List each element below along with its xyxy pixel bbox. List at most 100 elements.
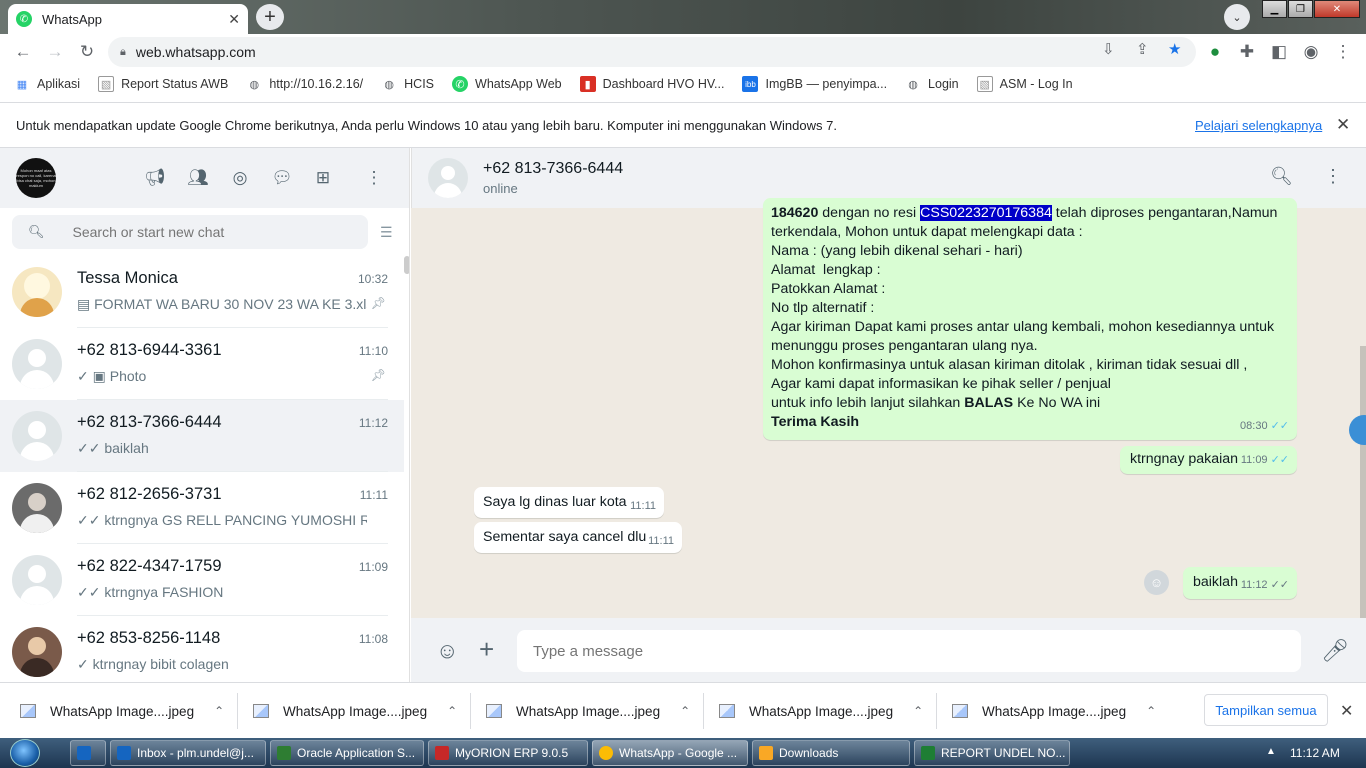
- chrome-menu-icon[interactable]: ⋮: [1328, 37, 1358, 67]
- side-panel-icon[interactable]: ◧: [1264, 37, 1294, 67]
- react-emoji-icon[interactable]: ☺: [1144, 570, 1169, 595]
- communities-megaphone-icon[interactable]: 📢︎: [143, 166, 167, 190]
- bookmark-label: Login: [928, 77, 959, 91]
- extensions-puzzle-icon[interactable]: ✚: [1232, 37, 1262, 67]
- bookmark-star-icon[interactable]: ★: [1168, 40, 1181, 58]
- chat-item[interactable]: +62 853-8256-1148 11:08 ✓ ktrngnay bibit…: [0, 616, 404, 682]
- outlook-pinned-icon[interactable]: [70, 740, 106, 766]
- tray-expand-icon[interactable]: ▲: [1266, 746, 1276, 757]
- bookmark-item[interactable]: ibb ImgBB — penyimpa...: [742, 76, 887, 92]
- bookmark-item[interactable]: ▦ Aplikasi: [14, 76, 80, 92]
- last-message-text: ktrngnya GS RELL PANCING YUMOSHI REEL...: [104, 512, 367, 528]
- bookmark-item[interactable]: ▧ Report Status AWB: [98, 76, 228, 92]
- download-item[interactable]: WhatsApp Image....jpeg ⌃: [952, 683, 1156, 739]
- bookmark-item[interactable]: ◍ Login: [905, 76, 959, 92]
- attach-plus-icon[interactable]: +: [479, 634, 494, 665]
- address-bar[interactable]: 🔒︎ web.whatsapp.com ⇩ ⇪ ★: [108, 37, 1196, 67]
- close-infobar-icon[interactable]: ✕: [1336, 115, 1350, 135]
- learn-more-link[interactable]: Pelajari selengkapnya: [1195, 118, 1322, 133]
- maximize-window-button[interactable]: ❐: [1288, 0, 1313, 18]
- taskbar-item[interactable]: Inbox - plm.undel@j...: [110, 740, 266, 766]
- microphone-icon[interactable]: 🎤︎: [1321, 638, 1349, 664]
- search-input[interactable]: [72, 224, 333, 240]
- search-box[interactable]: 🔍︎: [12, 215, 368, 249]
- channels-icon[interactable]: 💬︎: [270, 166, 294, 190]
- chat-item-active[interactable]: +62 813-7366-6444 11:12 ✓✓ baiklah: [0, 400, 404, 472]
- back-arrow-icon[interactable]: ←: [8, 37, 38, 67]
- chat-item[interactable]: +62 822-4347-1759 11:09 ✓✓ ktrngnya FASH…: [0, 544, 404, 616]
- new-tab-button[interactable]: +: [256, 4, 284, 30]
- forward-arrow-icon[interactable]: →: [40, 37, 70, 67]
- chat-item[interactable]: Tessa Monica 10:32 ▤ FORMAT WA BARU 30 N…: [0, 256, 404, 328]
- system-clock[interactable]: 11:12 AM: [1290, 746, 1340, 760]
- browser-tab-whatsapp[interactable]: ✆ WhatsApp ✕: [8, 4, 248, 34]
- message-bubble-outgoing[interactable]: 184620 dengan no resi CSS0223270176384 t…: [763, 198, 1297, 440]
- chat-list-scrollbar[interactable]: [404, 256, 409, 274]
- search-messages-icon[interactable]: 🔍︎: [1270, 166, 1293, 187]
- taskbar-item-active[interactable]: WhatsApp - Google ...: [592, 740, 748, 766]
- taskbar-item[interactable]: Downloads: [752, 740, 910, 766]
- close-tab-icon[interactable]: ✕: [228, 11, 240, 28]
- bookmark-item[interactable]: ✆ WhatsApp Web: [452, 76, 562, 92]
- conversation-menu-icon[interactable]: ⋮: [1324, 166, 1342, 187]
- message-input[interactable]: [517, 630, 1301, 672]
- bookmark-item[interactable]: ▮ Dashboard HVO HV...: [579, 76, 724, 92]
- new-chat-icon[interactable]: ⊞: [311, 166, 335, 190]
- conversation-scrollbar[interactable]: [1360, 346, 1366, 618]
- outlook-icon: [77, 746, 91, 760]
- extension-grammar-icon[interactable]: ●: [1200, 37, 1230, 67]
- bookmark-item[interactable]: ◍ HCIS: [381, 76, 434, 92]
- tab-search-button[interactable]: ⌄: [1224, 4, 1250, 30]
- chevron-up-icon[interactable]: ⌃: [214, 704, 224, 718]
- chevron-up-icon[interactable]: ⌃: [680, 704, 690, 718]
- bookmark-item[interactable]: ▧ ASM - Log In: [976, 76, 1073, 92]
- show-all-downloads-button[interactable]: Tampilkan semua: [1204, 694, 1328, 726]
- orion-erp-icon: [435, 746, 449, 760]
- download-item[interactable]: WhatsApp Image....jpeg ⌃: [20, 683, 239, 739]
- message-bubble-incoming[interactable]: Saya lg dinas luar kota 11:11: [474, 487, 664, 518]
- download-item[interactable]: WhatsApp Image....jpeg ⌃: [719, 683, 938, 739]
- message-bubble-outgoing[interactable]: ktrngnay pakaian 11:09 ✓✓: [1120, 446, 1297, 474]
- install-app-icon[interactable]: ⇩: [1102, 40, 1115, 58]
- chevron-up-icon[interactable]: ⌃: [1146, 704, 1156, 718]
- close-window-button[interactable]: ✕: [1314, 0, 1360, 18]
- conversation-contact-name: +62 813-7366-6444: [483, 160, 624, 177]
- message-line: menunggu proses pengantaran ulang nya.: [771, 338, 1038, 354]
- reload-icon[interactable]: ↻: [72, 37, 102, 67]
- message-bubble-outgoing[interactable]: baiklah 11:12 ✓✓: [1183, 567, 1297, 599]
- chat-item[interactable]: +62 812-2656-3731 11:11 ✓✓ ktrngnya GS R…: [0, 472, 404, 544]
- contact-avatar: [12, 267, 62, 317]
- chat-item[interactable]: +62 813-6944-3361 11:10 ✓ ▣ Photo 📌︎: [0, 328, 404, 400]
- start-button-icon[interactable]: [10, 739, 40, 767]
- taskbar-item[interactable]: REPORT UNDEL NO...: [914, 740, 1070, 766]
- menu-icon[interactable]: ⋮: [362, 166, 386, 190]
- bookmark-item[interactable]: ◍ http://10.16.2.16/: [246, 76, 364, 92]
- message-time: 11:12: [1240, 579, 1268, 591]
- close-downloads-icon[interactable]: ✕: [1340, 701, 1353, 721]
- share-icon[interactable]: ⇪: [1136, 40, 1149, 58]
- taskbar-item[interactable]: MyORION ERP 9.0.5: [428, 740, 588, 766]
- profile-avatar-icon[interactable]: ◉: [1296, 37, 1326, 67]
- communities-icon[interactable]: 👥︎: [186, 166, 210, 190]
- download-item[interactable]: WhatsApp Image....jpeg ⌃: [253, 683, 472, 739]
- lock-icon[interactable]: 🔒︎: [120, 46, 126, 59]
- infobar-message: Untuk mendapatkan update Google Chrome b…: [16, 117, 837, 133]
- pin-icon: 📌︎: [370, 368, 386, 382]
- minimize-window-button[interactable]: ▁: [1262, 0, 1287, 18]
- last-message-text: baiklah: [104, 440, 149, 456]
- document-icon: ▤: [77, 296, 91, 312]
- chevron-up-icon[interactable]: ⌃: [447, 704, 457, 718]
- contact-avatar: [12, 411, 62, 461]
- conversation-panel: +62 813-7366-6444 online 🔍︎ ⋮ 184620 den…: [411, 148, 1366, 682]
- status-icon[interactable]: ◎: [228, 166, 252, 190]
- filter-icon[interactable]: ☰: [380, 224, 393, 241]
- chevron-up-icon[interactable]: ⌃: [913, 704, 923, 718]
- contact-avatar[interactable]: [428, 158, 468, 198]
- message-bubble-incoming[interactable]: Sementar saya cancel dlu 11:11: [474, 522, 682, 553]
- download-item[interactable]: WhatsApp Image....jpeg ⌃: [486, 683, 705, 739]
- windows-taskbar: Inbox - plm.undel@j... Oracle Applicatio…: [0, 738, 1366, 768]
- taskbar-item[interactable]: Oracle Application S...: [270, 740, 424, 766]
- emoji-icon[interactable]: ☺: [436, 638, 458, 664]
- chat-time: 10:32: [357, 272, 388, 286]
- my-profile-avatar[interactable]: Mohon maaf atas respon no call, karena b…: [16, 158, 56, 198]
